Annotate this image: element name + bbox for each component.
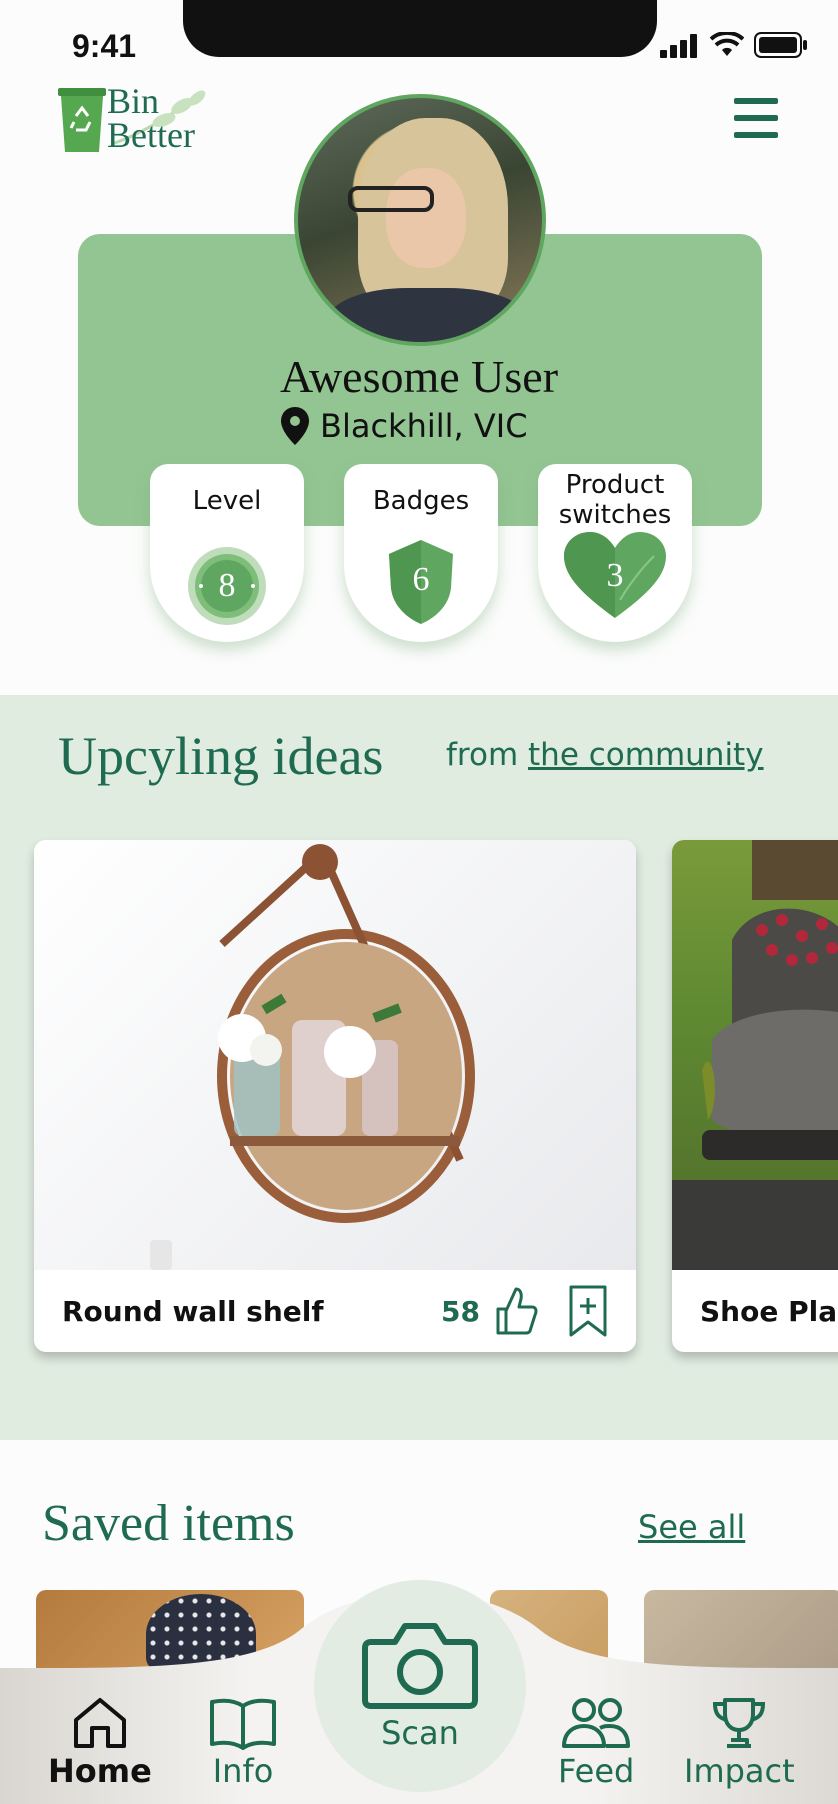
home-icon	[73, 1698, 126, 1748]
logo-line-1: Bin	[107, 81, 160, 121]
tab-home[interactable]: Home	[48, 1696, 152, 1790]
avatar[interactable]	[294, 94, 546, 346]
tab-label: Feed	[558, 1752, 635, 1790]
wifi-icon	[710, 32, 744, 56]
tab-label: Home	[48, 1752, 152, 1790]
menu-line	[734, 98, 778, 104]
tab-feed[interactable]: Feed	[558, 1696, 634, 1790]
idea-card[interactable]: Round wall shelf 58	[34, 840, 636, 1352]
like-count: 58	[441, 1294, 480, 1328]
avatar-face	[386, 168, 466, 268]
round-shelf-illustration	[150, 844, 475, 1270]
cellular-signal-icon	[660, 34, 697, 58]
upcycling-title: Upcyling ideas	[58, 726, 384, 786]
status-time: 9:41	[72, 28, 137, 64]
avatar-shirt	[328, 288, 528, 342]
idea-card-footer: Round wall shelf 58	[34, 1270, 636, 1352]
menu-line	[734, 115, 778, 121]
book-icon	[210, 1698, 276, 1750]
badges-value: 6	[412, 561, 430, 598]
stat-label-line-2: switches	[558, 500, 672, 530]
stat-label: Badges	[372, 486, 470, 516]
location-text: Blackhill, VIC	[320, 407, 528, 445]
stat-level[interactable]: Level 8	[150, 464, 304, 642]
bookmark-add-icon[interactable]	[568, 1284, 608, 1338]
stat-badges[interactable]: Badges 6	[344, 464, 498, 642]
scan-label: Scan	[381, 1714, 459, 1752]
from-community: from the community	[446, 737, 764, 773]
status-bar: 9:41	[0, 0, 838, 80]
menu-line	[734, 132, 778, 138]
from-prefix: from	[446, 737, 519, 773]
idea-card-footer: Shoe Plan	[672, 1270, 838, 1352]
user-name: Awesome User	[279, 351, 559, 402]
people-icon	[562, 1698, 631, 1748]
see-all-link[interactable]: See all	[638, 1508, 745, 1546]
tab-label: Info	[212, 1752, 274, 1790]
trophy-icon	[713, 1698, 766, 1748]
stat-label: Product switches	[538, 470, 692, 530]
idea-title: Round wall shelf	[62, 1294, 324, 1328]
community-link[interactable]: the community	[528, 737, 764, 773]
logo-wordmark: Bin Better	[107, 81, 195, 155]
app-logo[interactable]: Bin Better	[52, 80, 242, 160]
stat-label: Level	[192, 486, 262, 516]
stat-product-switches[interactable]: Product switches 3	[538, 464, 692, 642]
tab-label: Impact	[684, 1752, 795, 1790]
level-badge-icon: 8	[187, 546, 267, 626]
level-value: 8	[218, 567, 236, 604]
product-switches-value: 3	[606, 557, 624, 594]
status-icons	[660, 32, 808, 58]
recycling-bin-icon	[58, 88, 106, 152]
upcycling-section: Upcyling ideas from the community Round …	[0, 695, 838, 1440]
hamburger-menu-icon[interactable]	[734, 98, 778, 138]
camera-icon	[362, 1623, 478, 1709]
avatar-glasses	[348, 186, 434, 212]
idea-card[interactable]: Shoe Plan	[672, 840, 838, 1352]
idea-title: Shoe Plan	[700, 1294, 838, 1328]
location-pin-icon	[281, 407, 309, 445]
scan-button[interactable]: Scan	[314, 1580, 526, 1792]
shoe-planter-illustration	[672, 840, 838, 1270]
user-location: Blackhill, VIC	[280, 406, 528, 446]
thumbs-up-icon[interactable]	[494, 1285, 538, 1337]
idea-image-shoe-planter	[672, 840, 838, 1270]
shield-badge-icon: 6	[381, 536, 461, 624]
tab-impact[interactable]: Impact	[684, 1696, 795, 1790]
battery-icon	[754, 32, 807, 58]
idea-image-round-shelf	[34, 840, 636, 1270]
logo-line-2: Better	[107, 115, 195, 155]
saved-items-title: Saved items	[42, 1495, 295, 1552]
heart-badge-icon: 3	[562, 530, 668, 620]
tab-info[interactable]: Info	[208, 1696, 278, 1790]
device-notch	[183, 0, 657, 57]
stat-label-line-1: Product	[565, 470, 665, 500]
